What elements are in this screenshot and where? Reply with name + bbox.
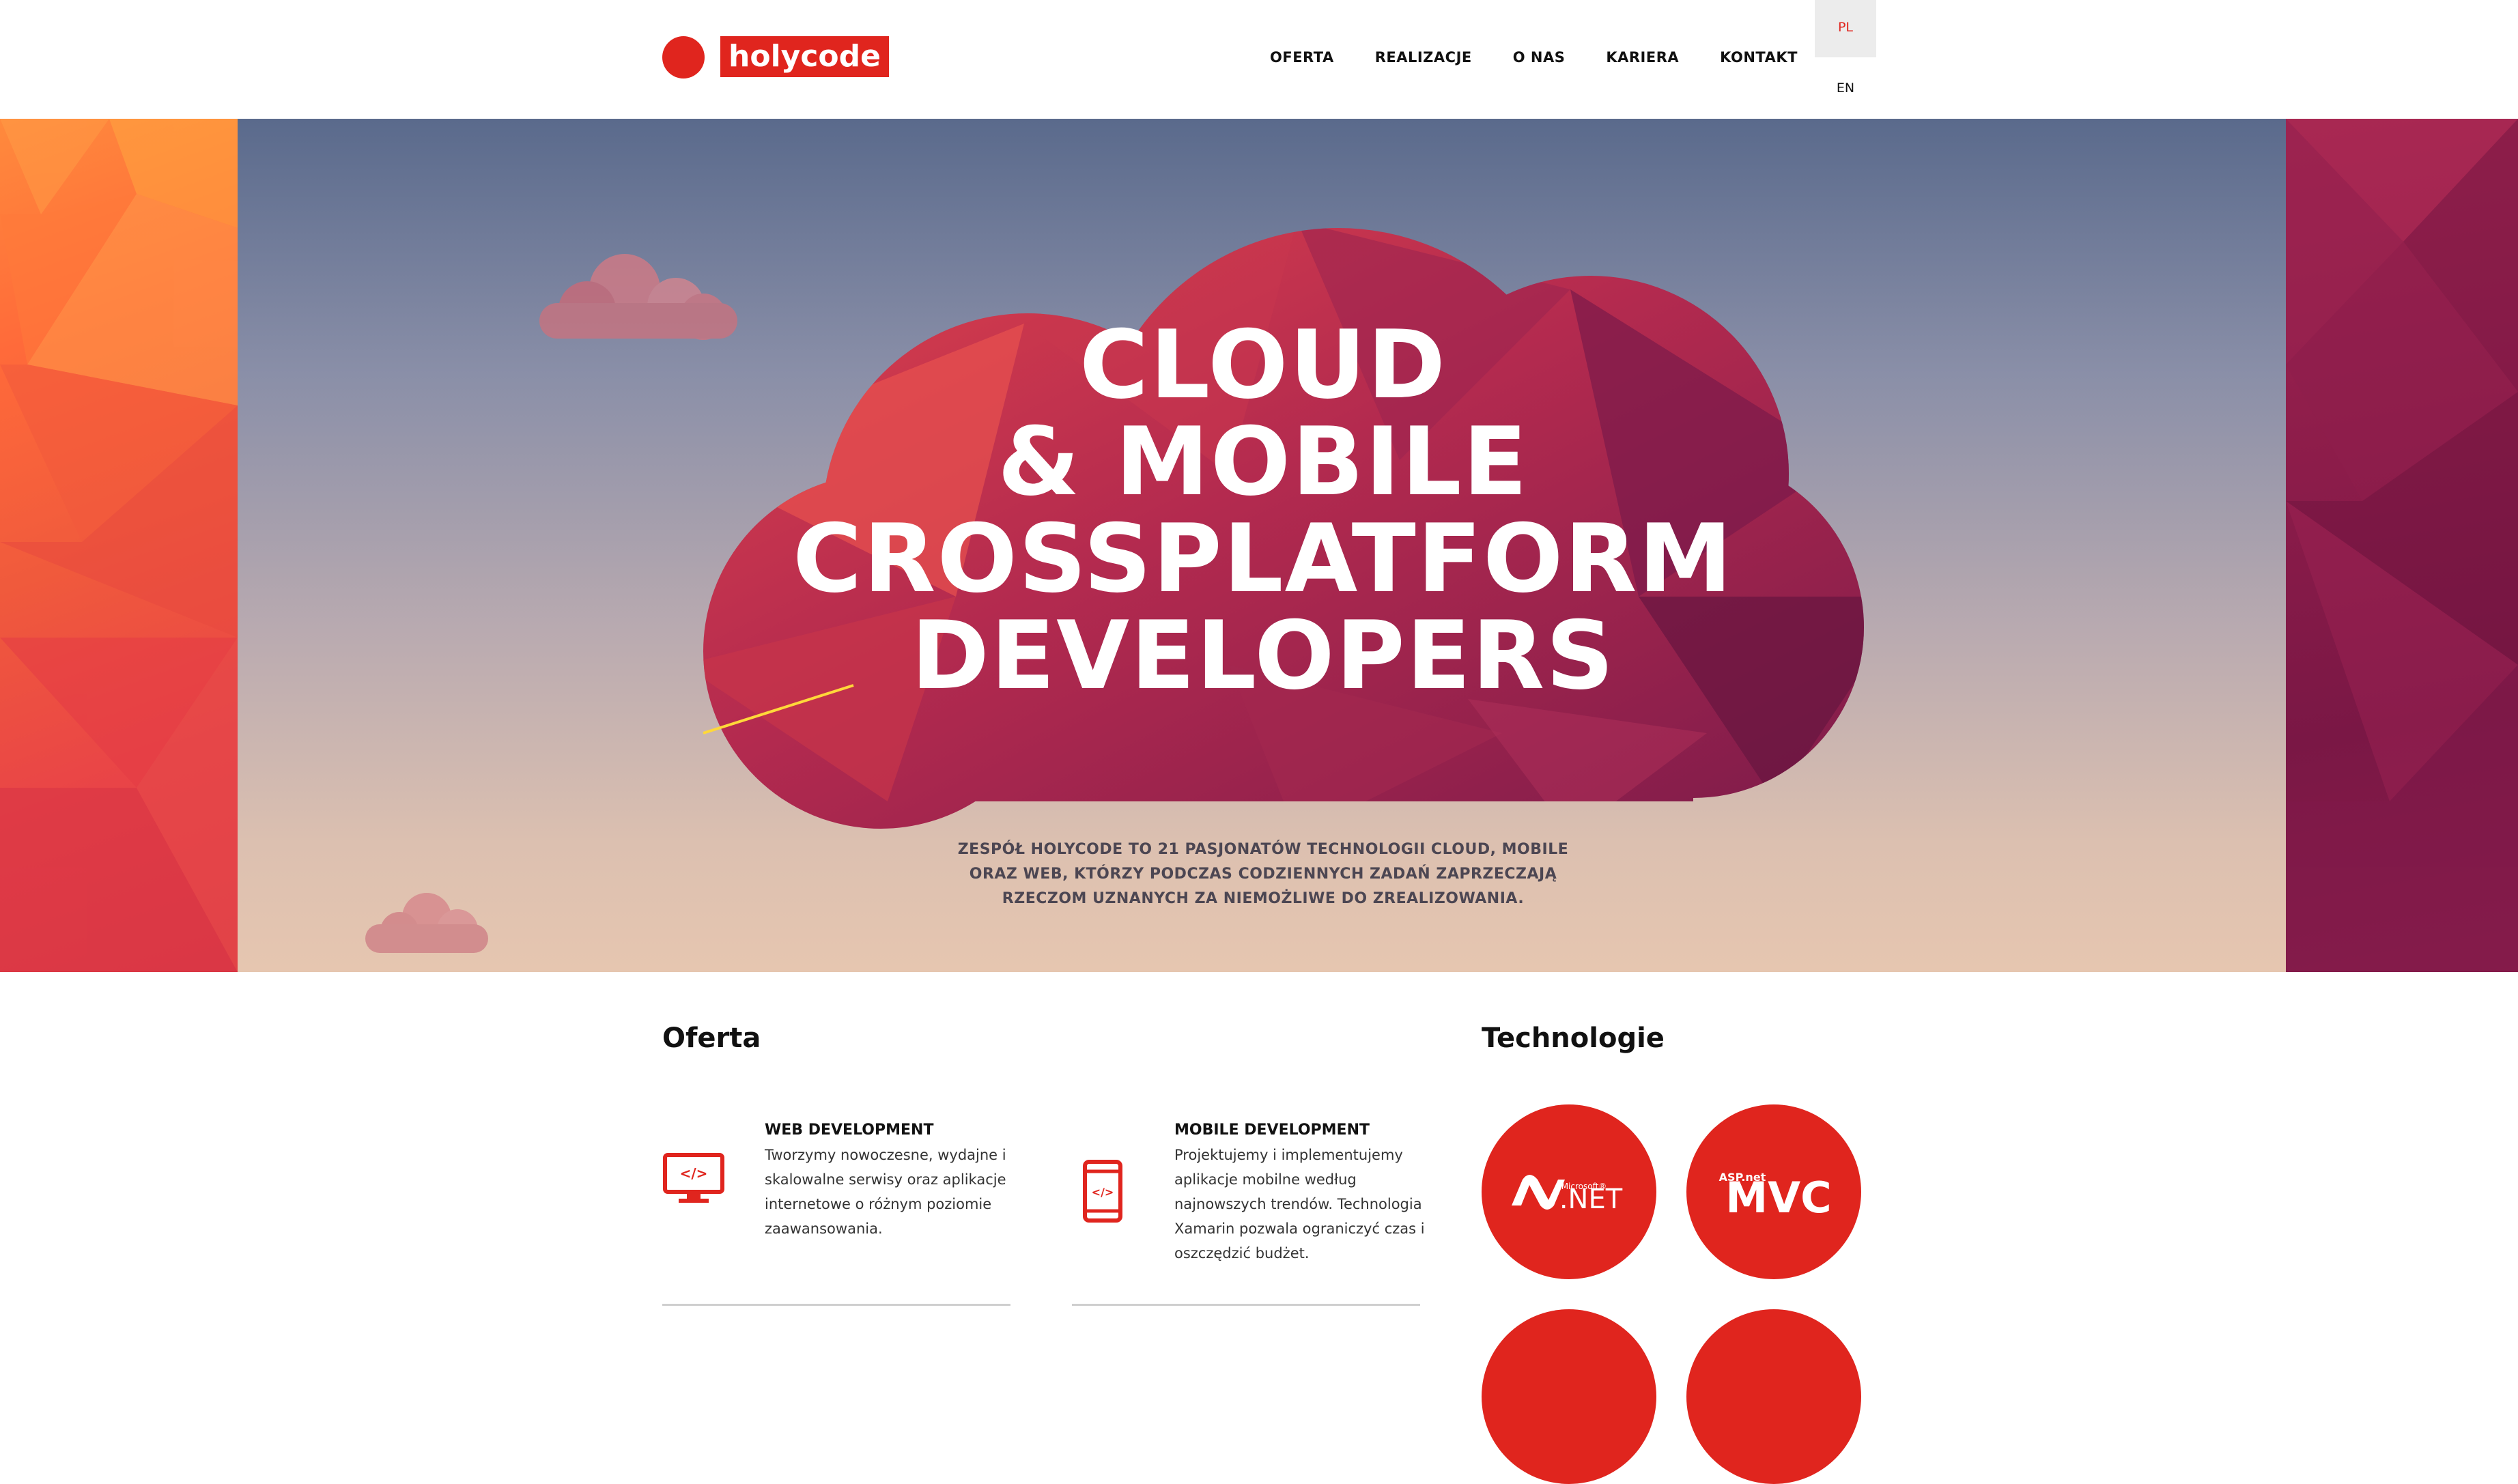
nav-item-oferta[interactable]: OFERTA <box>1270 45 1334 70</box>
mvc-name: MVC <box>1725 1173 1831 1223</box>
technologies-section-title: Technologie <box>1482 1023 1665 1054</box>
offer-item-title: WEB DEVELOPMENT <box>765 1122 934 1139</box>
offer-divider <box>1072 1304 1420 1306</box>
nav-item-o-nas[interactable]: O NAS <box>1513 45 1566 70</box>
offer-item-text: skalowalne serwisy oraz aplikacje <box>765 1171 1006 1188</box>
hero-heading-line: CROSSPLATFORM <box>793 504 1734 614</box>
svg-text:</>: </> <box>1092 1186 1114 1199</box>
nav-item-realizacje[interactable]: REALIZACJE <box>1375 45 1472 70</box>
lang-pl-button[interactable]: PL <box>1815 0 1876 57</box>
hero-description-line: ORAZ WEB, KTÓRZY PODCZAS CODZIENNYCH ZAD… <box>969 866 1557 883</box>
hero-heading: CLOUD & MOBILE CROSSPLATFORM DEVELOPERS <box>717 317 1809 704</box>
language-switcher: PL EN <box>1815 0 1876 98</box>
offer-item-title: MOBILE DEVELOPMENT <box>1174 1122 1370 1139</box>
nav-item-kontakt[interactable]: KONTAKT <box>1720 45 1798 70</box>
small-cloud-bottom-icon <box>365 893 488 953</box>
tech-logo-partial[interactable] <box>1482 1309 1656 1484</box>
hero-description: ZESPÓŁ HOLYCODE TO 21 PASJONATÓW TECHNOL… <box>908 838 1618 911</box>
offer-item-text: internetowe o różnym poziomie <box>765 1196 992 1212</box>
logo-circle-icon[interactable] <box>662 36 705 79</box>
offer-item-text: Xamarin pozwala ograniczyć czas i <box>1174 1221 1425 1237</box>
tech-logo-partial[interactable] <box>1686 1309 1861 1484</box>
svg-text:</>: </> <box>680 1165 708 1182</box>
right-polygons <box>2286 119 2518 972</box>
hero-banner: CLOUD & MOBILE CROSSPLATFORM DEVELOPERS … <box>0 119 2518 972</box>
dotnet-logo-icon[interactable]: Microsoft® .NET <box>1482 1104 1656 1279</box>
lang-en-button[interactable]: EN <box>1815 57 1876 98</box>
hero-description-line: ZESPÓŁ HOLYCODE TO 21 PASJONATÓW TECHNOL… <box>957 841 1569 858</box>
small-cloud-top-icon <box>539 254 737 340</box>
hero-description-line: RZECZOM UZNANYCH ZA NIEMOŻLIWE DO ZREALI… <box>1002 890 1525 907</box>
site-header: holycode OFERTA REALIZACJE O NAS KARIERA… <box>0 0 2518 119</box>
dotnet-name: .NET <box>1559 1184 1623 1215</box>
offer-item-text: Tworzymy nowoczesne, wydajne i <box>765 1147 1006 1163</box>
main-nav: OFERTA REALIZACJE O NAS KARIERA KONTAKT <box>1270 45 1839 70</box>
offer-item-web[interactable]: WEB DEVELOPMENT Tworzymy nowoczesne, wyd… <box>765 1118 1024 1241</box>
mobile-code-icon: </> <box>1082 1159 1123 1226</box>
offer-item-text: aplikacje mobilne według <box>1174 1171 1357 1188</box>
offer-item-text: oszczędzić budżet. <box>1174 1245 1310 1261</box>
offer-item-mobile[interactable]: MOBILE DEVELOPMENT Projektujemy i implem… <box>1174 1118 1447 1266</box>
offer-item-text: najnowszych trendów. Technologia <box>1174 1196 1422 1212</box>
aspnet-mvc-logo-icon[interactable]: ASP.net MVC <box>1686 1104 1861 1279</box>
monitor-code-icon: </> <box>662 1152 725 1208</box>
offer-item-text: Projektujemy i implementujemy <box>1174 1147 1403 1163</box>
left-polygons <box>0 119 238 972</box>
hero-heading-line: & MOBILE <box>998 407 1529 517</box>
offer-divider <box>662 1304 1010 1306</box>
offer-section-title: Oferta <box>662 1023 761 1054</box>
offer-item-text: zaawansowania. <box>765 1221 883 1237</box>
hero-heading-line: CLOUD <box>1079 310 1447 420</box>
nav-item-kariera[interactable]: KARIERA <box>1606 45 1679 70</box>
logo-wordmark[interactable]: holycode <box>720 36 889 77</box>
hero-heading-line: DEVELOPERS <box>911 601 1615 711</box>
